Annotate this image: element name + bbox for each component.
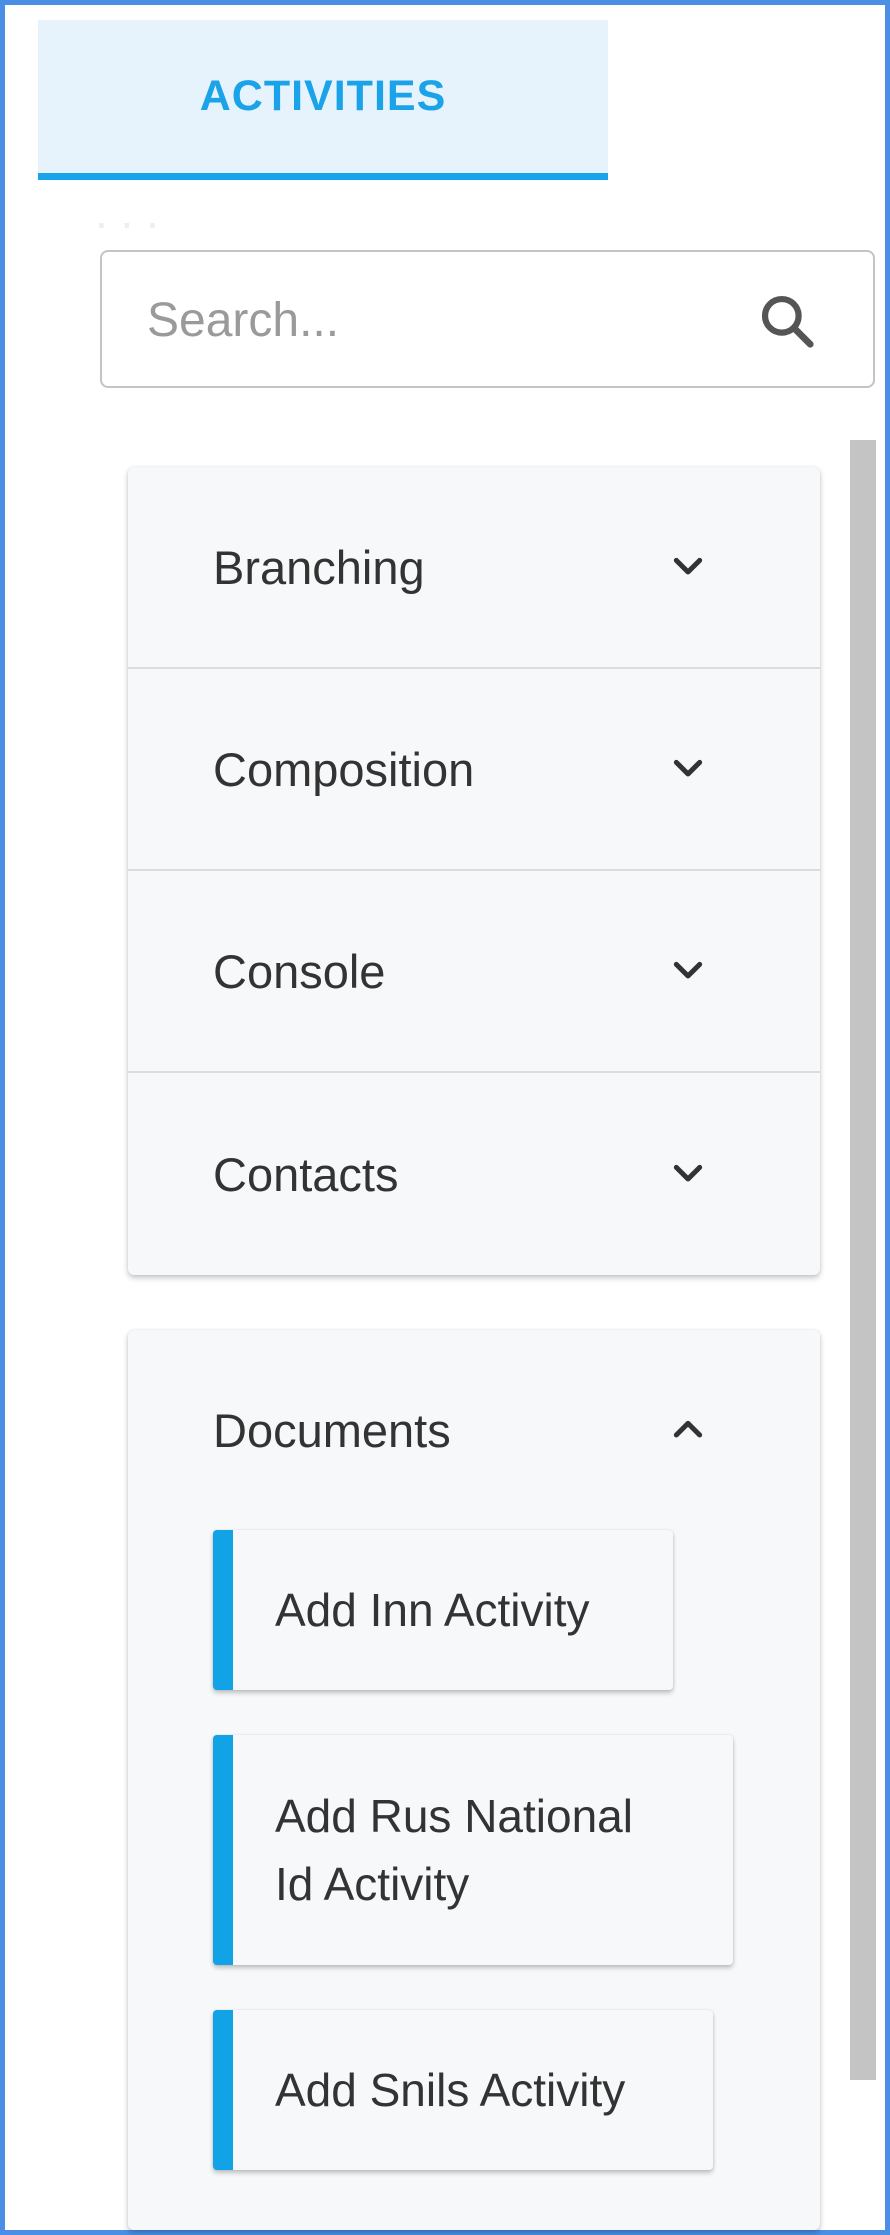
activity-label: Id Activity (275, 1858, 470, 1910)
category-documents-header[interactable]: Documents (128, 1330, 820, 1530)
category-label: Contacts (213, 1147, 399, 1201)
category-composition[interactable]: Composition (128, 669, 820, 871)
activity-add-inn[interactable]: Add Inn Activity (213, 1530, 673, 1690)
chevron-up-icon[interactable] (668, 1410, 708, 1450)
category-label: Composition (213, 742, 475, 796)
scrollbar[interactable] (850, 440, 876, 2080)
activity-add-snils[interactable]: Add Snils Activity (213, 2010, 713, 2170)
activity-add-rus-national-id[interactable]: Add Rus National Id Activity (213, 1735, 733, 1965)
category-label: Branching (213, 540, 425, 594)
tab-activities-label: ACTIVITIES (199, 72, 447, 120)
activity-label: Add Rus National (275, 1790, 633, 1842)
watermark: . . . (95, 186, 159, 238)
category-label: Console (213, 944, 386, 998)
category-documents: Documents Add Inn Activity Add Rus Natio… (128, 1330, 820, 2230)
activity-label: Add Snils Activity (275, 2064, 626, 2116)
category-list: Branching Composition Console Contacts (128, 467, 820, 1275)
category-label: Documents (213, 1403, 451, 1457)
category-console[interactable]: Console (128, 871, 820, 1073)
category-branching[interactable]: Branching (128, 467, 820, 669)
chevron-down-icon[interactable] (668, 951, 708, 991)
tab-activities[interactable]: ACTIVITIES (38, 20, 608, 180)
category-contacts[interactable]: Contacts (128, 1073, 820, 1275)
chevron-down-icon[interactable] (668, 547, 708, 587)
search-input[interactable] (147, 282, 707, 358)
chevron-down-icon[interactable] (668, 1154, 708, 1194)
search-box (100, 250, 875, 388)
activity-label: Add Inn Activity (275, 1584, 590, 1636)
chevron-down-icon[interactable] (668, 749, 708, 789)
search-icon[interactable] (756, 288, 818, 354)
activities-panel: . . . ACTIVITIES Branching Composition C… (0, 0, 890, 2235)
